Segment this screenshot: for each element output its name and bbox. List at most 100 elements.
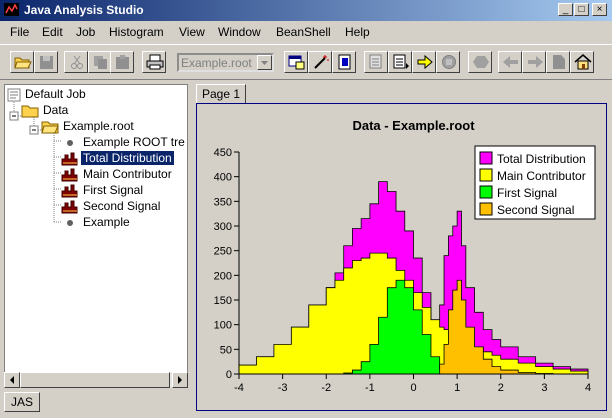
legend-label: Main Contributor bbox=[497, 169, 586, 183]
cut-button[interactable] bbox=[64, 51, 88, 73]
menu-file[interactable]: File bbox=[10, 25, 29, 39]
y-tick-label: 350 bbox=[214, 196, 232, 208]
tree-item-root-tree[interactable]: Example ROOT tre bbox=[61, 135, 187, 151]
tree-item-second-signal[interactable]: Second Signal bbox=[61, 199, 187, 215]
wand-icon bbox=[314, 55, 329, 69]
forward-button[interactable] bbox=[522, 51, 546, 73]
x-tick-label: 2 bbox=[498, 382, 504, 394]
list-button[interactable] bbox=[388, 51, 412, 73]
y-tick-label: 150 bbox=[214, 295, 232, 307]
x-tick-label: -2 bbox=[321, 382, 331, 394]
y-tick-label: 200 bbox=[214, 270, 232, 282]
title-bar: Java Analysis Studio _ □ × bbox=[0, 0, 612, 21]
dataset-combo[interactable]: Example.root bbox=[177, 53, 274, 72]
list-icon bbox=[393, 54, 409, 69]
new-plot-button[interactable] bbox=[284, 51, 308, 73]
script-button[interactable] bbox=[332, 51, 356, 73]
histogram-icon bbox=[61, 152, 78, 166]
tab-page-1[interactable]: Page 1 bbox=[196, 84, 246, 104]
open-folder-icon bbox=[14, 57, 32, 69]
home-button[interactable] bbox=[570, 51, 594, 73]
tree-label: Second Signal bbox=[83, 199, 161, 213]
close-button[interactable]: × bbox=[592, 3, 607, 16]
wand-button[interactable] bbox=[308, 51, 332, 73]
legend-label: Second Signal bbox=[497, 203, 574, 217]
print-button[interactable] bbox=[142, 51, 166, 73]
histogram-chart[interactable]: Data - Example.root 0 50 100 150 200 250 300 350… bbox=[197, 104, 606, 410]
minimize-button[interactable]: _ bbox=[558, 3, 573, 16]
menu-beanshell[interactable]: BeanShell bbox=[276, 25, 331, 39]
scroll-right-button[interactable] bbox=[172, 372, 188, 388]
tree-label: First Signal bbox=[83, 183, 144, 197]
tree-item-default-job[interactable]: Default Job bbox=[7, 87, 187, 103]
chevron-down-icon bbox=[261, 61, 268, 65]
tree-item-data[interactable]: Data bbox=[21, 103, 181, 119]
home-icon bbox=[574, 54, 592, 70]
app-icon bbox=[4, 3, 19, 16]
copy-icon bbox=[94, 56, 107, 69]
paste-button[interactable] bbox=[110, 51, 134, 73]
y-tick-label: 50 bbox=[220, 344, 232, 356]
open-button[interactable] bbox=[10, 51, 34, 73]
new-plot-icon bbox=[288, 55, 305, 70]
tree-label: Main Contributor bbox=[83, 167, 172, 181]
menu-edit[interactable]: Edit bbox=[42, 25, 63, 39]
scroll-left-button[interactable] bbox=[4, 372, 20, 388]
step-arrow-icon bbox=[417, 54, 433, 70]
bullet-icon bbox=[67, 140, 73, 146]
y-tick-label: 450 bbox=[214, 147, 232, 159]
jas-tab[interactable]: JAS bbox=[4, 392, 40, 412]
stop-icon bbox=[442, 55, 456, 69]
scroll-thumb[interactable] bbox=[20, 372, 170, 388]
menu-view[interactable]: View bbox=[179, 25, 205, 39]
open-folder-icon bbox=[41, 121, 59, 134]
page-button[interactable] bbox=[364, 51, 388, 73]
tree-item-example[interactable]: Example bbox=[61, 215, 187, 231]
y-tick-label: 0 bbox=[226, 369, 232, 381]
save-button[interactable] bbox=[34, 51, 58, 73]
legend-label: First Signal bbox=[497, 186, 557, 200]
y-tick-label: 250 bbox=[214, 246, 232, 258]
hexagon-button[interactable] bbox=[468, 51, 492, 73]
tree-item-total-distribution[interactable]: Total Distribution bbox=[61, 151, 187, 167]
document-button[interactable] bbox=[546, 51, 570, 73]
maximize-button[interactable]: □ bbox=[574, 3, 589, 16]
print-icon bbox=[146, 54, 164, 70]
script-icon bbox=[338, 54, 351, 70]
tree-label: Default Job bbox=[25, 87, 86, 101]
tree-item-main-contributor[interactable]: Main Contributor bbox=[61, 167, 187, 183]
back-button[interactable] bbox=[498, 51, 522, 73]
hexagon-icon bbox=[473, 56, 489, 68]
tree-label: Total Distribution bbox=[81, 151, 174, 165]
histogram-icon bbox=[61, 184, 78, 198]
x-tick-label: 4 bbox=[585, 382, 591, 394]
legend-label: Total Distribution bbox=[497, 152, 586, 166]
cut-icon bbox=[71, 55, 83, 69]
x-tick-label: 1 bbox=[454, 382, 460, 394]
menu-histogram[interactable]: Histogram bbox=[109, 25, 164, 39]
legend-swatch bbox=[479, 168, 493, 182]
horizontal-scrollbar[interactable] bbox=[4, 372, 188, 388]
chevron-right-icon bbox=[178, 376, 182, 384]
menu-job[interactable]: Job bbox=[76, 25, 95, 39]
y-tick-label: 300 bbox=[214, 221, 232, 233]
page-icon bbox=[369, 54, 382, 69]
histogram-icon bbox=[61, 168, 78, 182]
menu-window[interactable]: Window bbox=[218, 25, 261, 39]
dataset-combo-value: Example.root bbox=[181, 56, 252, 70]
stop-button[interactable] bbox=[436, 51, 460, 73]
combo-arrow[interactable] bbox=[257, 55, 272, 70]
copy-button[interactable] bbox=[88, 51, 112, 73]
back-arrow-icon bbox=[503, 56, 518, 68]
tree-item-example-root[interactable]: Example.root bbox=[41, 119, 181, 135]
x-tick-label: -4 bbox=[234, 382, 244, 394]
menu-help[interactable]: Help bbox=[345, 25, 370, 39]
paste-icon bbox=[116, 55, 129, 69]
x-tick-label: 0 bbox=[410, 382, 416, 394]
tree-label: Example bbox=[83, 215, 130, 229]
tree-item-first-signal[interactable]: First Signal bbox=[61, 183, 187, 199]
step-button[interactable] bbox=[412, 51, 436, 73]
legend-swatch bbox=[479, 202, 493, 216]
folder-icon bbox=[21, 105, 39, 118]
histogram-icon bbox=[61, 200, 78, 214]
